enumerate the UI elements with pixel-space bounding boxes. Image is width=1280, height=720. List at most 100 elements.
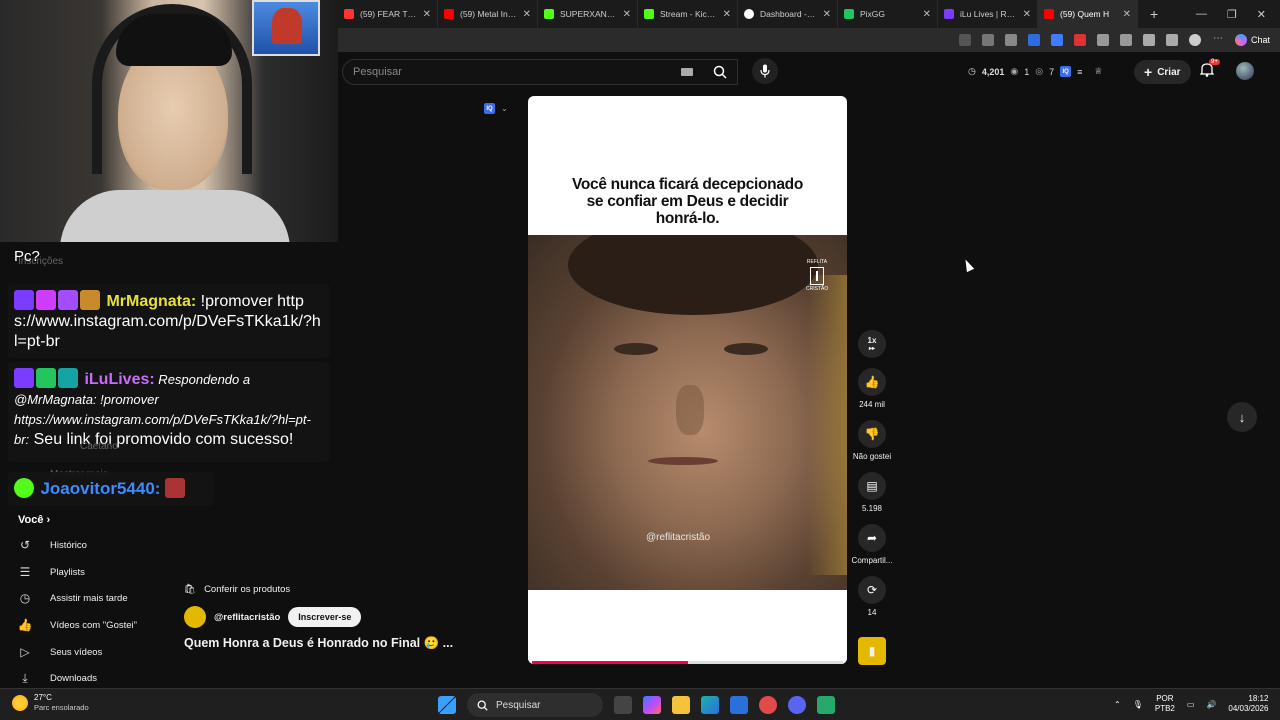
- minimize-icon[interactable]: —: [1196, 8, 1207, 21]
- close-tab-icon[interactable]: ✕: [623, 9, 631, 20]
- voice-search-button[interactable]: [752, 58, 778, 84]
- copilot-icon[interactable]: [643, 696, 661, 714]
- weather-widget[interactable]: 27°C Parc ensolarado: [12, 693, 89, 713]
- shop-products-link[interactable]: 🛍 Conferir os produtos: [184, 580, 290, 598]
- translate-icon[interactable]: [1050, 34, 1063, 46]
- extension-icon[interactable]: [958, 34, 971, 46]
- next-short-button[interactable]: ↓: [1227, 402, 1257, 432]
- profile-icon[interactable]: [1188, 34, 1201, 46]
- browser-tab[interactable]: (59) Metal Instru ✕: [438, 0, 538, 28]
- clock-icon: ◷: [968, 66, 976, 76]
- playlists-icon: ☰: [19, 565, 31, 579]
- you-section-header[interactable]: Você ›: [18, 514, 50, 526]
- close-window-icon[interactable]: ✕: [1257, 8, 1266, 21]
- chat-message: Joaovitor5440:: [8, 472, 214, 506]
- extension-icon[interactable]: [1073, 34, 1086, 46]
- shorts-player[interactable]: Você nunca ficará decepcionado se confia…: [528, 96, 847, 664]
- sidebar-item-watch-later[interactable]: ◷ Assistir mais tarde: [18, 591, 128, 605]
- restore-icon[interactable]: ❐: [1227, 8, 1237, 21]
- browser-tabstrip: (59) FEAR THE C✕ (59) Metal Instru✕ SUPE…: [338, 0, 1280, 28]
- sidebar-item-history[interactable]: ↺ Histórico: [18, 538, 87, 552]
- share-icon: ➦: [858, 524, 886, 552]
- browser-tab[interactable]: SUPERXANDAO✕: [538, 0, 638, 28]
- sidebar-item-downloads[interactable]: ⤓ Downloads: [18, 671, 97, 685]
- extension-icon[interactable]: [1004, 34, 1017, 46]
- language-indicator[interactable]: POR PTB2: [1155, 694, 1175, 714]
- edge-icon[interactable]: [701, 696, 719, 714]
- puzzle-icon[interactable]: [1096, 34, 1109, 46]
- share-action[interactable]: ➦ Compartil...: [850, 524, 894, 565]
- sidebar-item-your-videos[interactable]: ▷ Seus vídeos: [18, 645, 102, 659]
- close-tab-icon[interactable]: ✕: [523, 9, 531, 20]
- clock-icon: ◷: [19, 591, 31, 605]
- close-tab-icon[interactable]: ✕: [923, 9, 931, 20]
- copilot-chat-button[interactable]: Chat: [1234, 34, 1270, 46]
- create-button[interactable]: + Criar: [1134, 60, 1191, 84]
- new-tab-icon[interactable]: +: [1138, 6, 1170, 22]
- remix-icon: ⟳: [858, 576, 886, 604]
- favorites-icon[interactable]: [1142, 34, 1155, 46]
- iq-extension-icon[interactable]: IQ: [1060, 66, 1072, 77]
- extension-icon[interactable]: [1027, 34, 1040, 46]
- windows-start-icon[interactable]: [438, 696, 456, 714]
- obs-icon[interactable]: [759, 696, 777, 714]
- keyboard-icon[interactable]: [681, 68, 693, 76]
- spreadsheet-icon[interactable]: [817, 696, 835, 714]
- close-tab-icon[interactable]: ✕: [723, 9, 731, 20]
- iq-overlay[interactable]: IQ ⌄: [484, 103, 508, 114]
- list-icon[interactable]: ≡: [1077, 67, 1082, 77]
- close-tab-icon[interactable]: ✕: [823, 9, 831, 20]
- search-button[interactable]: [702, 59, 738, 85]
- notifications-button[interactable]: 9+: [1199, 59, 1220, 82]
- mic-icon[interactable]: 🎙: [1133, 700, 1143, 709]
- progress-bar[interactable]: [532, 661, 843, 664]
- kick-badge-icon: [14, 478, 34, 498]
- taskbar-search[interactable]: Pesquisar: [467, 693, 603, 717]
- dislike-action[interactable]: 👎 Não gostei: [850, 420, 894, 461]
- chat-username[interactable]: iLuLives:: [84, 371, 154, 388]
- clock[interactable]: 18:12 04/03/2026: [1228, 694, 1268, 714]
- chevron-right-icon: ›: [46, 514, 51, 526]
- account-avatar[interactable]: [1236, 62, 1254, 80]
- discord-icon[interactable]: [788, 696, 806, 714]
- audio-thumbnail[interactable]: ▮: [858, 637, 886, 665]
- file-explorer-icon[interactable]: [672, 696, 690, 714]
- remix-action[interactable]: ⟳ 14: [850, 576, 894, 617]
- browser-tab[interactable]: iLu Lives | React ✕: [938, 0, 1038, 28]
- close-tab-icon[interactable]: ✕: [1123, 9, 1131, 20]
- browser-tab[interactable]: (59) FEAR THE C✕: [338, 0, 438, 28]
- browser-tab[interactable]: Dashboard - Live✕: [738, 0, 838, 28]
- browser-tab-active[interactable]: (59) Quem H ✕: [1038, 0, 1138, 28]
- search-input[interactable]: Pesquisar: [342, 59, 738, 85]
- short-overlay-text: Você nunca ficará decepcionado se confia…: [571, 176, 804, 227]
- sidebar-item-liked-videos[interactable]: 👍 Vídeos com "Gostei": [18, 618, 137, 632]
- trophy-icon[interactable]: ♕: [1094, 66, 1102, 77]
- comments-action[interactable]: ▤ 5.198: [850, 472, 894, 513]
- like-action[interactable]: 👍 244 mil: [850, 368, 894, 409]
- task-view-icon[interactable]: [614, 696, 632, 714]
- short-title[interactable]: Quem Honra a Deus é Honrado no Final 🥲 .…: [184, 636, 453, 651]
- favorite-star-icon[interactable]: [981, 34, 994, 46]
- chat-username[interactable]: Joaovitor5440:: [40, 479, 160, 498]
- photos-icon[interactable]: [730, 696, 748, 714]
- browser-tab[interactable]: Stream - Kick Da✕: [638, 0, 738, 28]
- download-icon[interactable]: [1165, 34, 1178, 46]
- chevron-up-icon[interactable]: ⌃: [1114, 700, 1121, 709]
- channel-name[interactable]: @reflitacristão: [214, 612, 280, 623]
- network-icon[interactable]: ▭: [1187, 700, 1195, 709]
- chat-username[interactable]: MrMagnata:: [106, 293, 196, 310]
- browser-tab[interactable]: PixGG ✕: [838, 0, 938, 28]
- plus-icon: +: [1144, 64, 1153, 80]
- short-video-frame[interactable]: REFLITA CRISTÃO @reflitacristão: [528, 235, 847, 590]
- channel-avatar[interactable]: [184, 606, 206, 628]
- video-light: [807, 275, 847, 575]
- playback-speed-button[interactable]: 1x ▸▸: [858, 330, 886, 358]
- sidebar-item-playlists[interactable]: ☰ Playlists: [18, 565, 85, 579]
- collections-icon[interactable]: [1119, 34, 1132, 46]
- close-tab-icon[interactable]: ✕: [1023, 9, 1031, 20]
- more-icon[interactable]: ⋯: [1212, 34, 1224, 46]
- subscribe-button[interactable]: Inscrever-se: [288, 607, 362, 627]
- volume-icon[interactable]: 🔊: [1206, 700, 1216, 709]
- close-tab-icon[interactable]: ✕: [423, 9, 431, 20]
- short-text-header: Você nunca ficará decepcionado se confia…: [528, 96, 847, 235]
